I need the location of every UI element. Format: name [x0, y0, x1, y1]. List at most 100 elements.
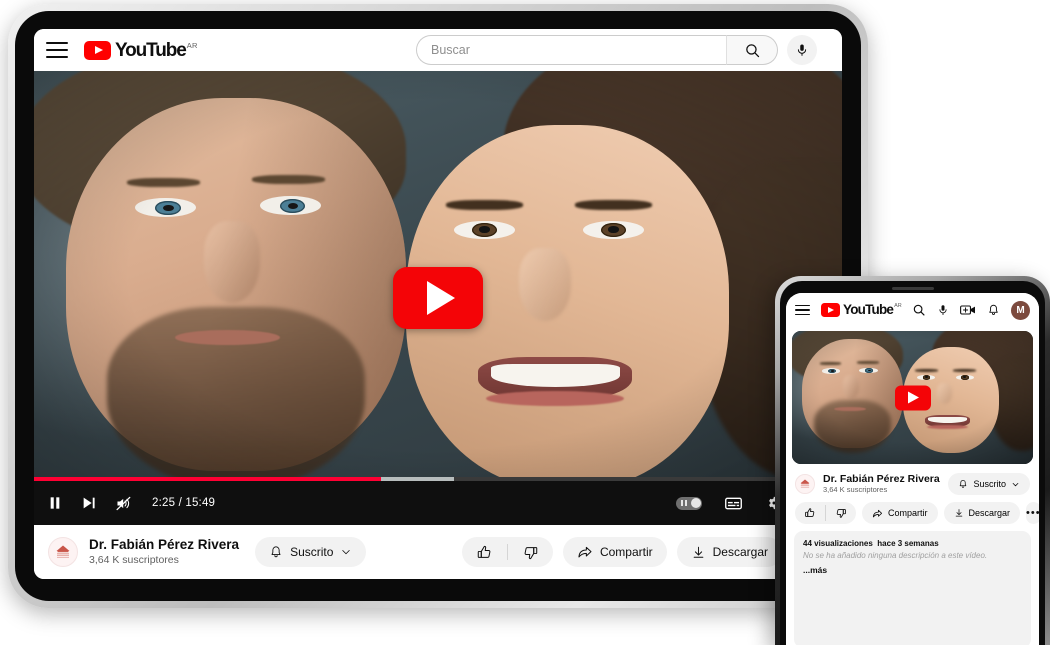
- phone-bezel: YouTube AR M Dr. Fabián Pérez Rivera 3,6…: [780, 281, 1045, 645]
- youtube-wordmark: YouTube: [843, 302, 894, 317]
- youtube-play-badge-icon: [84, 40, 111, 60]
- more-options-button[interactable]: •••: [1026, 502, 1039, 524]
- subscribe-label: Suscrito: [973, 479, 1006, 489]
- search-bar: Buscar: [416, 35, 817, 65]
- country-suffix: AR: [894, 303, 902, 309]
- microphone-icon[interactable]: [937, 303, 949, 317]
- time-display: 2:25 / 15:49: [152, 497, 216, 509]
- share-button[interactable]: Compartir: [562, 537, 667, 567]
- youtube-wordmark: YouTube: [115, 39, 187, 61]
- play-overlay-button[interactable]: [393, 267, 483, 329]
- youtube-logo[interactable]: YouTube AR: [821, 303, 902, 317]
- youtube-play-badge-icon: [821, 303, 840, 317]
- progress-bar[interactable]: [34, 477, 842, 481]
- search-icon[interactable]: [912, 303, 926, 317]
- like-button[interactable]: [462, 537, 507, 567]
- next-button[interactable]: [81, 495, 97, 511]
- description-expand-link[interactable]: ...más: [803, 563, 1022, 577]
- mobile-video-info-row: Dr. Fabián Pérez Rivera 3,64 K suscripto…: [786, 464, 1039, 499]
- avatar[interactable]: M: [1011, 300, 1030, 320]
- description-body: No se ha añadido ninguna descripción a e…: [803, 551, 988, 560]
- channel-avatar-icon: [50, 539, 76, 565]
- mute-button[interactable]: [115, 495, 132, 512]
- next-track-icon: [83, 497, 95, 509]
- share-icon: [872, 509, 883, 517]
- share-icon: [578, 546, 592, 558]
- download-label: Descargar: [712, 545, 768, 559]
- download-icon: [955, 509, 962, 517]
- microphone-icon: [797, 44, 807, 56]
- description-stats: 44 visualizaciones hace 3 semanas: [803, 538, 1022, 550]
- publish-date: hace 3 semanas: [877, 539, 939, 548]
- search-button[interactable]: [726, 35, 778, 65]
- autoplay-toggle[interactable]: [676, 496, 702, 510]
- like-dislike-group: [461, 537, 553, 567]
- channel-name[interactable]: Dr. Fabián Pérez Rivera: [89, 537, 239, 553]
- hamburger-icon[interactable]: [46, 42, 68, 58]
- pause-button[interactable]: [47, 495, 63, 511]
- play-overlay-button[interactable]: [894, 385, 931, 410]
- view-count: 44 visualizaciones: [803, 539, 873, 548]
- screenshot-stage: YouTube AR Buscar 2:25 / 15:49 Dr. Fabiá…: [0, 0, 1050, 645]
- tablet-bezel: YouTube AR Buscar 2:25 / 15:49 Dr. Fabiá…: [15, 11, 861, 601]
- create-video-icon[interactable]: [960, 303, 976, 317]
- subscriber-count: 3,64 K suscriptores: [89, 554, 179, 566]
- subtitles-icon: [725, 497, 742, 509]
- search-input[interactable]: Buscar: [416, 35, 726, 65]
- mobile-header: YouTube AR M: [786, 293, 1039, 327]
- play-icon: [427, 281, 455, 315]
- video-actions: Compartir Descargar: [461, 537, 828, 567]
- pause-icon: [50, 497, 60, 509]
- phone-speaker-grille: [891, 287, 934, 290]
- progress-played: [34, 477, 382, 481]
- search-icon: [745, 43, 759, 57]
- bell-icon: [271, 546, 281, 558]
- subtitles-button[interactable]: [724, 494, 743, 513]
- youtube-logo[interactable]: YouTube AR: [84, 39, 198, 61]
- thumbs-down-icon: [836, 509, 846, 518]
- like-dislike-group: [795, 502, 856, 524]
- phone-screen: YouTube AR M Dr. Fabián Pérez Rivera 3,6…: [786, 293, 1039, 645]
- subscribe-label: Suscrito: [290, 545, 334, 559]
- dislike-button[interactable]: [508, 537, 553, 567]
- video-player[interactable]: 2:25 / 15:49: [34, 71, 842, 525]
- download-icon: [693, 546, 703, 558]
- chevron-down-icon: [1012, 482, 1019, 486]
- voice-search-button[interactable]: [787, 35, 817, 65]
- subscriber-count: 3,64 K suscriptores: [823, 485, 888, 494]
- hamburger-icon[interactable]: [795, 304, 810, 316]
- tablet-device-frame: YouTube AR Buscar 2:25 / 15:49 Dr. Fabiá…: [8, 4, 868, 608]
- phone-device-frame: YouTube AR M Dr. Fabián Pérez Rivera 3,6…: [775, 276, 1050, 645]
- subscribe-button[interactable]: Suscrito: [255, 537, 367, 567]
- channel-avatar[interactable]: [48, 537, 78, 567]
- player-control-bar: 2:25 / 15:49: [34, 477, 842, 525]
- progress-buffered: [381, 477, 455, 481]
- share-label: Compartir: [888, 508, 928, 518]
- download-label: Descargar: [968, 508, 1011, 518]
- thumbs-up-icon: [805, 508, 815, 517]
- thumbs-down-icon: [524, 546, 538, 559]
- bell-icon: [960, 479, 967, 488]
- mobile-video-actions: Compartir Descargar •••: [786, 499, 1039, 524]
- channel-meta: Dr. Fabián Pérez Rivera 3,64 K suscripto…: [823, 473, 940, 495]
- download-button[interactable]: Descargar: [943, 502, 1021, 524]
- channel-avatar-icon: [796, 475, 814, 493]
- chevron-down-icon: [342, 550, 351, 555]
- thumbs-up-icon: [477, 545, 491, 558]
- share-button[interactable]: Compartir: [862, 502, 938, 524]
- volume-muted-icon: [116, 496, 131, 510]
- country-suffix: AR: [186, 40, 198, 50]
- desktop-header: YouTube AR Buscar: [34, 29, 842, 71]
- play-icon: [908, 391, 919, 404]
- like-button[interactable]: [795, 502, 825, 524]
- mobile-video-player[interactable]: [792, 331, 1033, 464]
- channel-avatar[interactable]: [795, 474, 815, 494]
- dislike-button[interactable]: [826, 502, 856, 524]
- channel-name[interactable]: Dr. Fabián Pérez Rivera: [823, 473, 940, 485]
- subscribe-button[interactable]: Suscrito: [948, 473, 1030, 495]
- video-description-panel[interactable]: 44 visualizaciones hace 3 semanas No se …: [794, 531, 1031, 645]
- bell-icon[interactable]: [987, 303, 1000, 317]
- share-label: Compartir: [599, 545, 653, 559]
- video-info-row: Dr. Fabián Pérez Rivera 3,64 K suscripto…: [34, 525, 842, 579]
- download-button[interactable]: Descargar: [676, 537, 782, 567]
